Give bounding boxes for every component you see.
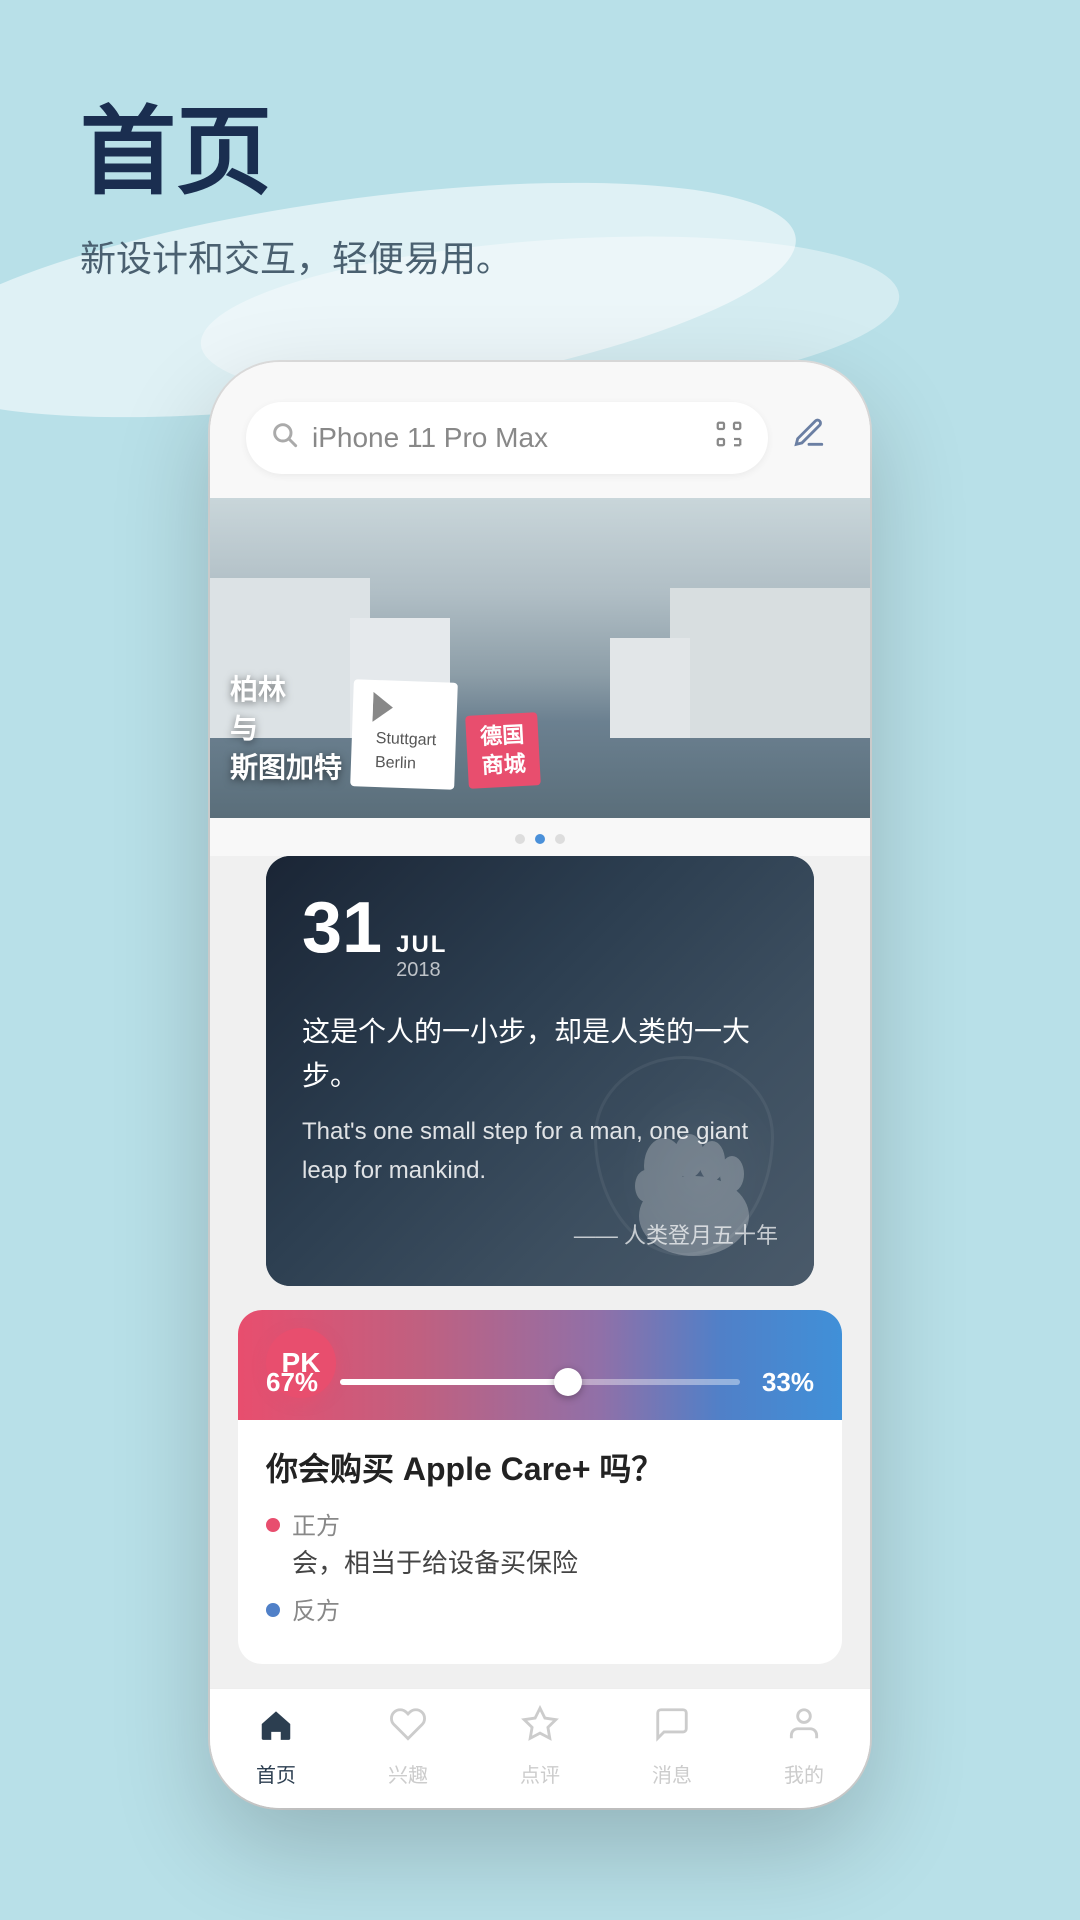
banner-card-white: StuttgartBerlin xyxy=(350,679,458,790)
search-area: iPhone 11 Pro Max xyxy=(210,362,870,498)
date-source: —— 人类登月五十年 xyxy=(302,1218,778,1250)
tab-label-home: 首页 xyxy=(256,1759,296,1788)
banner-section: 柏林 与 斯图加特 StuttgartBerlin xyxy=(210,498,870,856)
tab-item-home[interactable]: 首页 xyxy=(210,1705,342,1788)
card-text: StuttgartBerlin xyxy=(375,727,437,777)
date-quote-zh: 这是个人的一小步，却是人类的一大步。 xyxy=(302,1010,778,1100)
date-year: 2018 xyxy=(396,959,447,982)
tab-label-profile: 我的 xyxy=(784,1759,824,1788)
edit-icon[interactable] xyxy=(784,416,834,460)
dot-1 xyxy=(515,834,525,844)
tab-label-message: 消息 xyxy=(652,1759,692,1788)
banner-dots xyxy=(210,818,870,856)
pk-dot-red xyxy=(266,1518,280,1532)
pk-question: 你会购买 Apple Care+ 吗？ xyxy=(266,1444,814,1490)
pk-slider-fill xyxy=(340,1379,568,1385)
tab-bar: 首页 兴趣 xyxy=(210,1688,870,1808)
banner-tag-pink: 德国 商城 xyxy=(465,713,541,790)
date-month: JUL xyxy=(396,931,447,959)
date-card: 31 JUL 2018 这是个人的一小步，却是人类的一大步。 That's on… xyxy=(266,856,814,1286)
search-bar[interactable]: iPhone 11 Pro Max xyxy=(246,402,768,474)
date-day: 31 xyxy=(302,892,382,964)
page-subtitle: 新设计和交互，轻便易用。 xyxy=(80,230,1000,282)
date-row: 31 JUL 2018 xyxy=(302,892,778,982)
tab-item-review[interactable]: 点评 xyxy=(474,1705,606,1788)
tab-item-profile[interactable]: 我的 xyxy=(738,1705,870,1788)
dot-3 xyxy=(555,834,565,844)
pk-option-red: 正方 会，相当于给设备买保险 xyxy=(266,1510,814,1583)
person-icon xyxy=(785,1705,823,1753)
pk-card: PK 67% 33% 你会购买 Apple Care+ 吗？ xyxy=(238,1310,842,1664)
building-3 xyxy=(670,588,870,738)
banner-text-left: 柏林 与 斯图加特 xyxy=(230,670,342,788)
search-icon xyxy=(270,420,298,455)
message-icon xyxy=(653,1705,691,1753)
pk-pct-right: 33% xyxy=(754,1367,814,1398)
page-header: 首页 新设计和交互，轻便易用。 xyxy=(0,0,1080,322)
pk-option-red-label: 正方 xyxy=(292,1510,578,1544)
pk-dot-blue xyxy=(266,1603,280,1617)
star-icon xyxy=(521,1705,559,1753)
date-month-year: JUL 2018 xyxy=(396,931,447,982)
search-input-text: iPhone 11 Pro Max xyxy=(312,422,700,454)
banner-image: 柏林 与 斯图加特 StuttgartBerlin xyxy=(210,498,870,818)
building-4 xyxy=(610,638,690,738)
phone-mockup: iPhone 11 Pro Max xyxy=(210,362,870,1809)
page-title: 首页 xyxy=(80,100,1000,206)
phone-content: iPhone 11 Pro Max xyxy=(210,362,870,1809)
pk-bar-section: PK 67% 33% xyxy=(238,1310,842,1420)
tab-item-interest[interactable]: 兴趣 xyxy=(342,1705,474,1788)
pk-slider-row: 67% 33% xyxy=(266,1367,814,1398)
heart-icon xyxy=(389,1705,427,1753)
pk-option-red-text: 会，相当于给设备买保险 xyxy=(292,1544,578,1583)
tab-label-interest: 兴趣 xyxy=(388,1759,428,1788)
pk-pct-left: 67% xyxy=(266,1367,326,1398)
banner-overlay: 柏林 与 斯图加特 StuttgartBerlin xyxy=(230,670,539,788)
tab-item-message[interactable]: 消息 xyxy=(606,1705,738,1788)
pk-option-blue-label: 反方 xyxy=(292,1595,340,1629)
pk-option-blue: 反方 xyxy=(266,1595,814,1629)
scan-icon[interactable] xyxy=(714,419,744,456)
pk-slider-track[interactable] xyxy=(340,1379,740,1385)
home-icon xyxy=(257,1705,295,1753)
date-quote-en: That's one small step for a man, one gia… xyxy=(302,1113,778,1190)
pk-slider-thumb xyxy=(554,1368,582,1396)
phone-wrapper: iPhone 11 Pro Max xyxy=(0,362,1080,1889)
dot-2 xyxy=(535,834,545,844)
date-card-content: 31 JUL 2018 这是个人的一小步，却是人类的一大步。 That's on… xyxy=(266,856,814,1286)
tab-label-review: 点评 xyxy=(520,1759,560,1788)
pk-content: 你会购买 Apple Care+ 吗？ 正方 会，相当于给设备买保险 反方 xyxy=(238,1420,842,1656)
